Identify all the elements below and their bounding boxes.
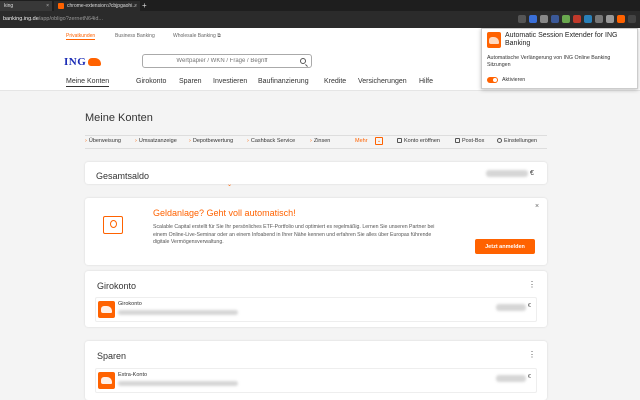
menu-icon[interactable] bbox=[628, 15, 636, 23]
chevron-down-icon[interactable]: ⌄ bbox=[227, 181, 232, 188]
account-name: Extra-Konto bbox=[118, 372, 148, 378]
search-input[interactable] bbox=[147, 55, 297, 67]
quicklinks-bar: Überweisung Umsatzanzeige Depotbewertung… bbox=[85, 135, 547, 149]
browser-tab-ing[interactable]: king × bbox=[0, 1, 52, 11]
currency-symbol: € bbox=[528, 303, 531, 309]
iban-masked bbox=[118, 310, 238, 315]
extension-icon[interactable] bbox=[551, 15, 559, 23]
action-einstellungen[interactable]: Einstellungen bbox=[497, 138, 537, 144]
ing-lion-icon bbox=[98, 372, 115, 389]
extension-icon[interactable] bbox=[595, 15, 603, 23]
action-label: Post-Box bbox=[462, 138, 485, 144]
ing-logo[interactable]: ING bbox=[64, 56, 102, 68]
account-balance-masked bbox=[496, 375, 526, 382]
url-field[interactable]: banking.ing.de/app/obligo?zernetN64id... bbox=[3, 14, 423, 25]
ing-lion-icon bbox=[88, 58, 102, 66]
total-amount-masked bbox=[486, 170, 528, 177]
iban-masked bbox=[118, 381, 238, 386]
close-icon[interactable]: × bbox=[535, 203, 539, 210]
search-icon[interactable] bbox=[300, 58, 306, 64]
popup-title: Automatic Session Extender for ING Banki… bbox=[505, 32, 618, 47]
account-row-girokonto[interactable]: Girokonto € bbox=[95, 297, 537, 322]
mainnav-baufinanzierung[interactable]: Baufinanzierung bbox=[258, 78, 309, 85]
action-label: Konto eröffnen bbox=[404, 138, 440, 144]
total-balance-card: Gesamtsaldo € bbox=[85, 162, 547, 184]
section-title: Girokonto bbox=[97, 281, 137, 291]
promo-title: Geldanlage? Geht voll automatisch! bbox=[153, 208, 296, 218]
close-icon[interactable]: × bbox=[46, 1, 49, 11]
quicklink-umsatzanzeige[interactable]: Umsatzanzeige bbox=[135, 138, 177, 144]
bulb-icon bbox=[103, 216, 123, 234]
tab-label: chrome-extension://cbjpgaohi... bbox=[67, 3, 137, 9]
account-balance-masked bbox=[496, 304, 526, 311]
currency-symbol: € bbox=[530, 170, 534, 177]
quicklink-cashback[interactable]: Cashback Service bbox=[247, 138, 295, 144]
ing-lion-icon bbox=[487, 32, 501, 48]
quicklink-depotbewertung[interactable]: Depotbewertung bbox=[189, 138, 233, 144]
more-link[interactable]: Mehr bbox=[355, 138, 368, 144]
total-label: Gesamtsaldo bbox=[96, 171, 150, 181]
promo-card: Geldanlage? Geht voll automatisch! Scala… bbox=[85, 198, 547, 265]
topnav-privatkunden[interactable]: Privatkunden bbox=[66, 33, 96, 40]
extension-icon[interactable] bbox=[540, 15, 548, 23]
extension-icon[interactable] bbox=[573, 15, 581, 23]
mainnav-girokonto[interactable]: Girokonto bbox=[136, 78, 166, 85]
kebab-icon[interactable]: ⋮ bbox=[528, 280, 536, 289]
new-tab-button[interactable]: + bbox=[142, 0, 147, 11]
quicklink-ueberweisung[interactable]: Überweisung bbox=[85, 138, 121, 144]
popup-description: Automatische Verlängerung von ING Online… bbox=[487, 55, 611, 68]
action-konto-eroeffnen[interactable]: Konto eröffnen bbox=[397, 138, 440, 144]
promo-text: Scalable Capital erstellt für Sie Ihr pe… bbox=[153, 224, 435, 245]
url-path: /app/obligo?zernetN64id... bbox=[38, 16, 103, 22]
mainnav-meine-konten[interactable]: Meine Konten bbox=[66, 78, 110, 87]
ing-extension-icon[interactable] bbox=[617, 15, 625, 23]
extension-icon[interactable] bbox=[584, 15, 592, 23]
mainnav-kredite[interactable]: Kredite bbox=[324, 78, 346, 85]
mainnav-hilfe[interactable]: Hilfe bbox=[419, 78, 433, 85]
quicklink-zinsen[interactable]: Zinsen bbox=[310, 138, 331, 144]
extension-icon[interactable] bbox=[529, 15, 537, 23]
logo-text: ING bbox=[64, 56, 87, 68]
section-title: Sparen bbox=[97, 351, 127, 361]
ing-lion-icon bbox=[98, 301, 115, 318]
mainnav-versicherungen[interactable]: Versicherungen bbox=[358, 78, 407, 85]
sparen-section: Sparen ⋮ Extra-Konto € bbox=[85, 341, 547, 400]
activate-toggle[interactable] bbox=[487, 77, 498, 83]
extension-icon[interactable] bbox=[606, 15, 614, 23]
girokonto-section: Girokonto ⋮ Girokonto € bbox=[85, 271, 547, 327]
mainnav-sparen[interactable]: Sparen bbox=[179, 78, 202, 85]
url-host: banking.ing.de bbox=[3, 16, 39, 22]
action-label: Einstellungen bbox=[504, 138, 538, 144]
page-title: Meine Konten bbox=[85, 112, 153, 124]
mail-icon bbox=[455, 138, 460, 143]
action-post-box[interactable]: Post-Box bbox=[455, 138, 484, 144]
ing-favicon-icon bbox=[58, 2, 64, 9]
account-row-extra-konto[interactable]: Extra-Konto € bbox=[95, 368, 537, 393]
tab-label: king bbox=[4, 3, 14, 9]
toggle-label: Aktivieren bbox=[502, 77, 526, 83]
extension-popup: Automatic Session Extender for ING Banki… bbox=[481, 28, 638, 89]
close-icon[interactable]: × bbox=[134, 1, 137, 11]
topnav-wholesale-banking[interactable]: Wholesale Banking ⧉ bbox=[173, 33, 221, 39]
gear-icon bbox=[497, 138, 502, 143]
account-name: Girokonto bbox=[118, 301, 142, 307]
browser-tabbar: king × chrome-extension://cbjpgaohi... ×… bbox=[0, 0, 640, 11]
chevron-down-icon[interactable]: ⌄ bbox=[375, 137, 383, 145]
currency-symbol: € bbox=[528, 374, 531, 380]
star-icon[interactable] bbox=[518, 15, 526, 23]
plus-circle-icon bbox=[397, 138, 402, 143]
register-button[interactable]: Jetzt anmelden bbox=[475, 239, 535, 254]
search-box bbox=[142, 54, 312, 68]
mainnav-investieren[interactable]: Investieren bbox=[213, 78, 247, 85]
kebab-icon[interactable]: ⋮ bbox=[528, 350, 536, 359]
topnav-business-banking[interactable]: Business Banking bbox=[115, 33, 155, 39]
address-bar: banking.ing.de/app/obligo?zernetN64id... bbox=[0, 11, 640, 28]
extension-toolbar bbox=[518, 15, 636, 24]
extension-icon[interactable] bbox=[562, 15, 570, 23]
browser-tab-extension[interactable]: chrome-extension://cbjpgaohi... × bbox=[54, 1, 140, 11]
